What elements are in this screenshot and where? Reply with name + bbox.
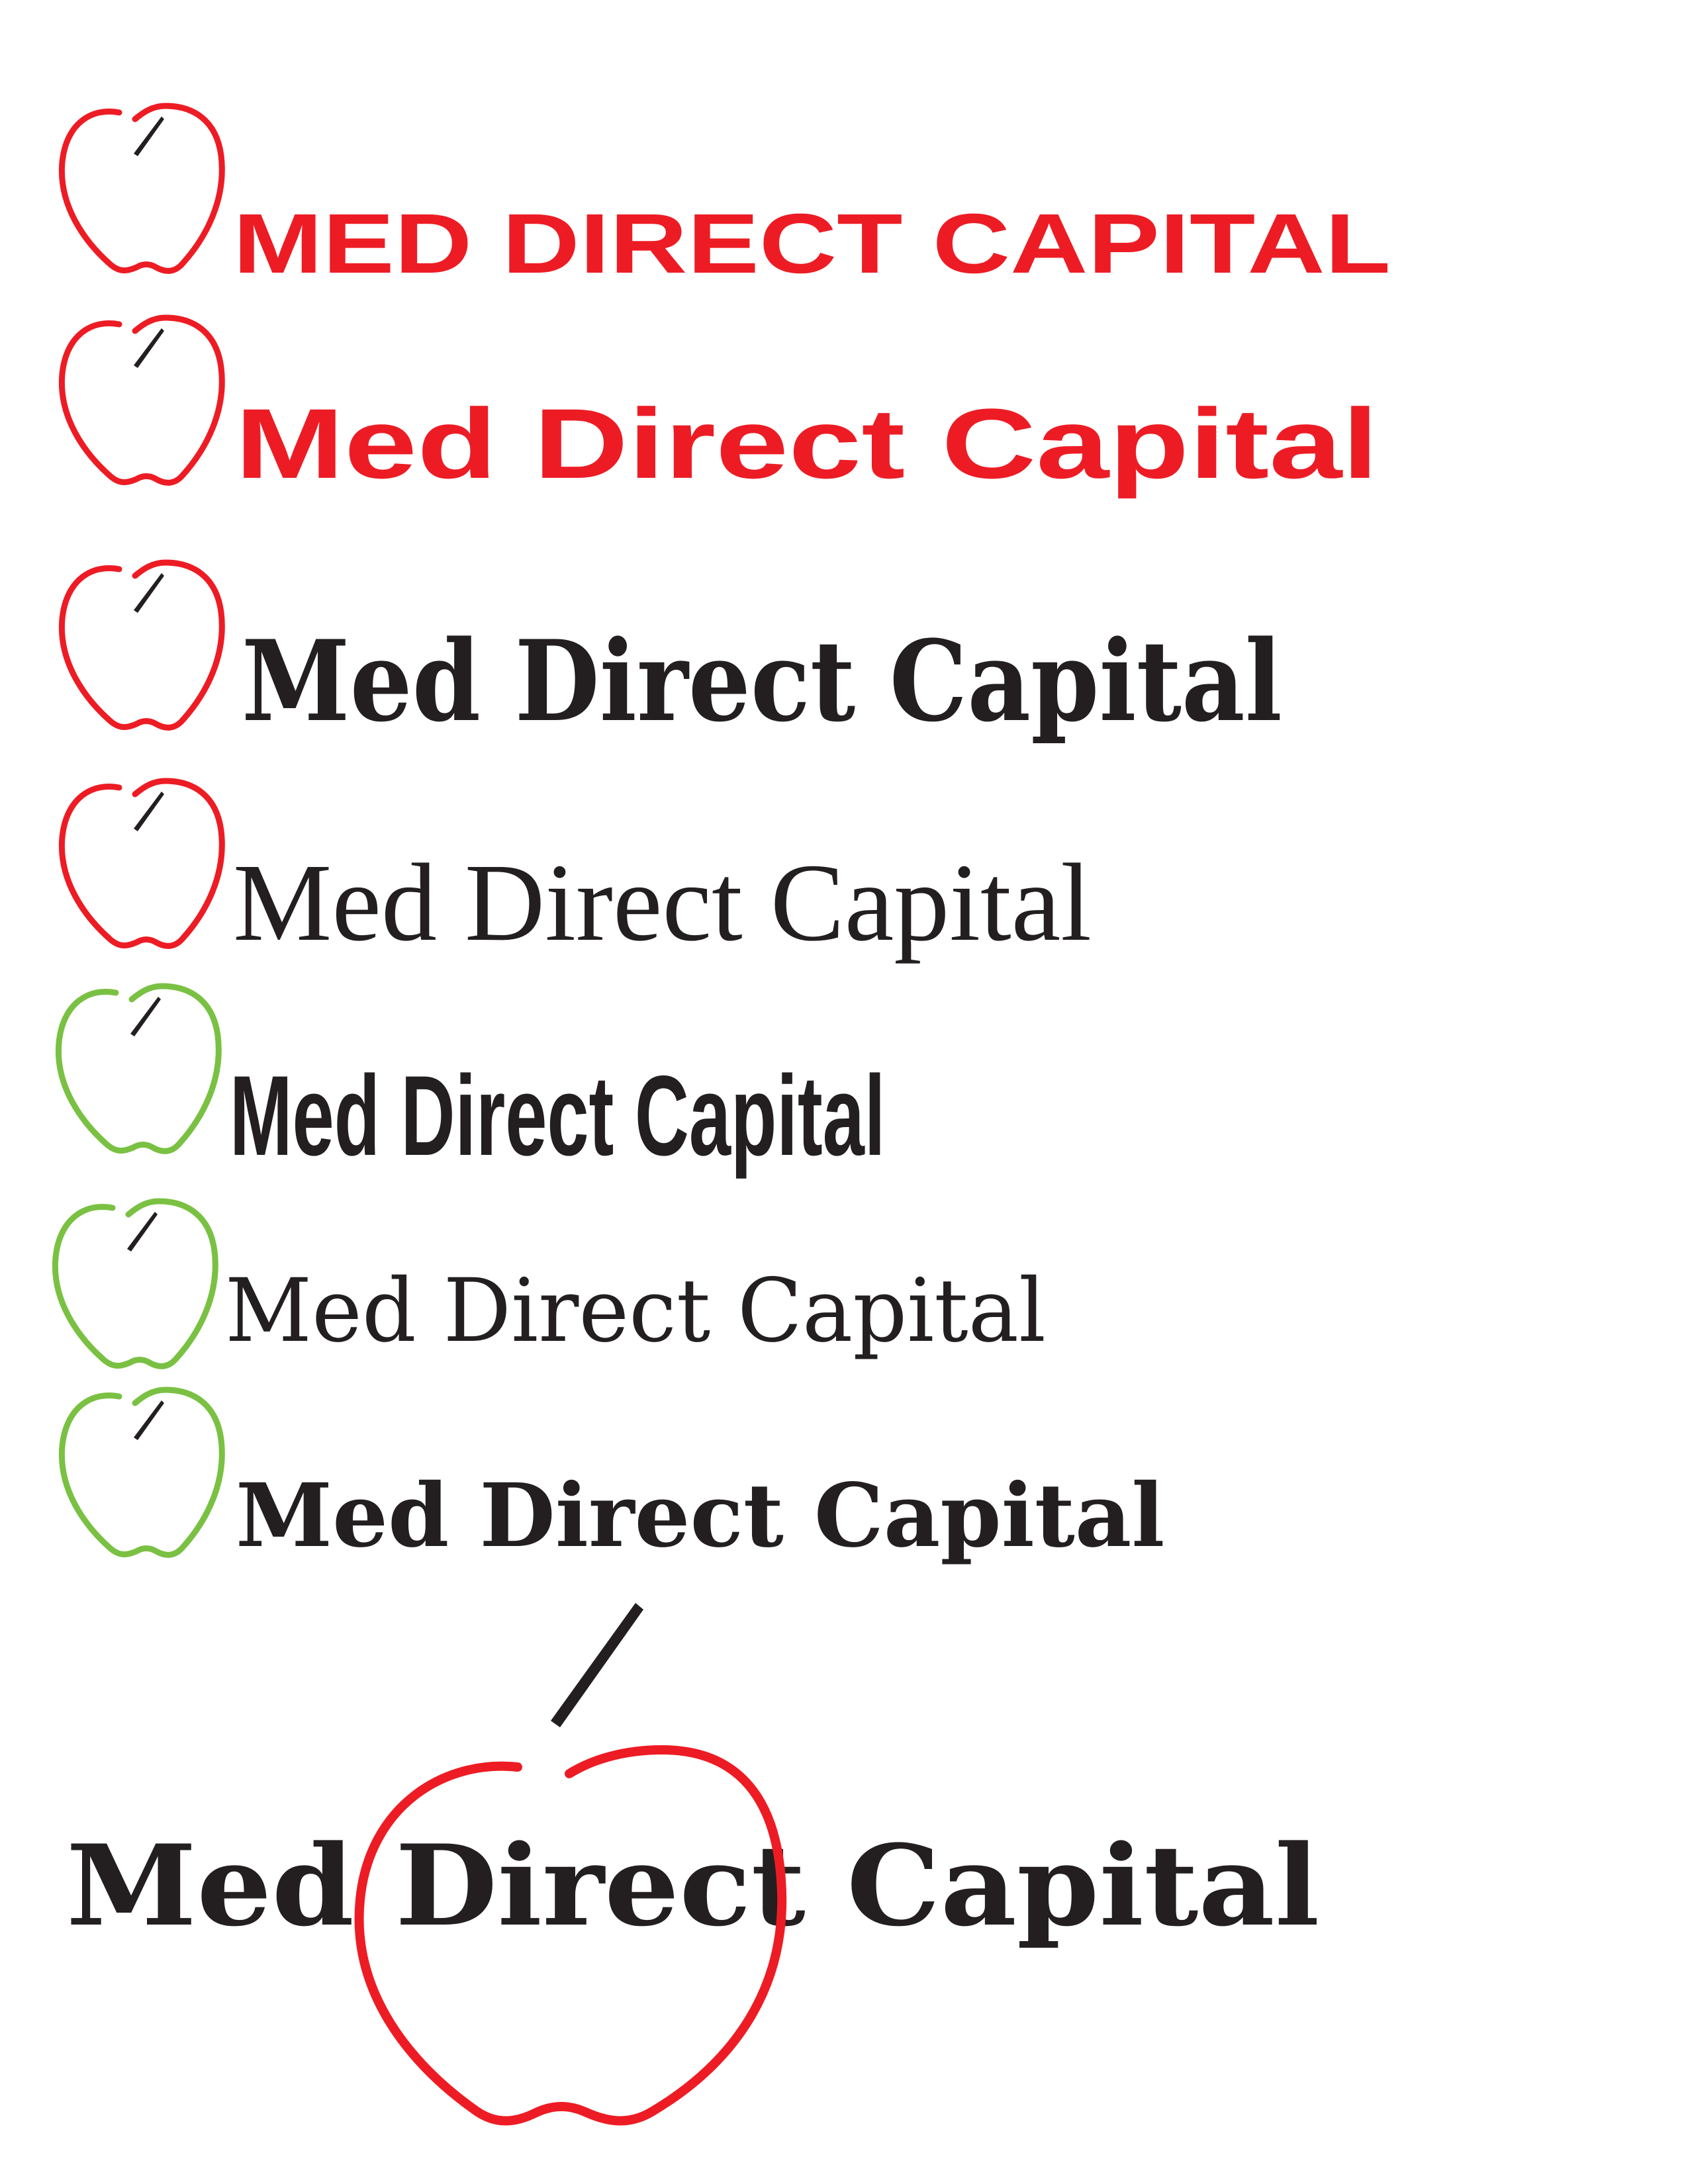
- brand-wordmark: Med Direct Capital: [236, 1465, 1165, 1567]
- brand-wordmark: MED DIRECT CAPITAL: [233, 197, 1391, 291]
- logo-variant-2: Med Direct Capital: [0, 291, 1688, 503]
- apple-outline-icon: [46, 1175, 232, 1373]
- logo-variant-6: Med Direct Capital: [0, 1175, 1688, 1373]
- brand-wordmark: Med Direct Capital: [235, 388, 1379, 499]
- logo-variant-7: Med Direct Capital: [0, 1363, 1688, 1562]
- apple-outline-icon: [354, 1603, 787, 2126]
- apple-outline-icon: [53, 536, 238, 735]
- apple-outline-icon: [50, 960, 235, 1158]
- logo-variant-5: Med Direct Capital: [0, 960, 1688, 1179]
- logo-variant-8-large: Med Direct Capital: [0, 1588, 1688, 2144]
- logo-variant-4: Med Direct Capital: [0, 754, 1688, 966]
- apple-outline-icon: [53, 291, 238, 490]
- logo-variant-1: MED DIRECT CAPITAL: [0, 79, 1688, 287]
- apple-outline-icon: [53, 1363, 238, 1562]
- brand-wordmark: Med Direct Capital: [225, 1260, 1046, 1362]
- brand-wordmark: Med Direct Capital: [230, 1052, 886, 1179]
- logo-variant-3: Med Direct Capital: [0, 536, 1688, 748]
- apple-outline-icon: [53, 754, 238, 953]
- apple-stem: [551, 1603, 643, 1727]
- brand-wordmark: Med Direct Capital: [242, 615, 1282, 747]
- brand-wordmark: Med Direct Capital: [233, 841, 1092, 964]
- apple-outline-icon: [53, 79, 238, 278]
